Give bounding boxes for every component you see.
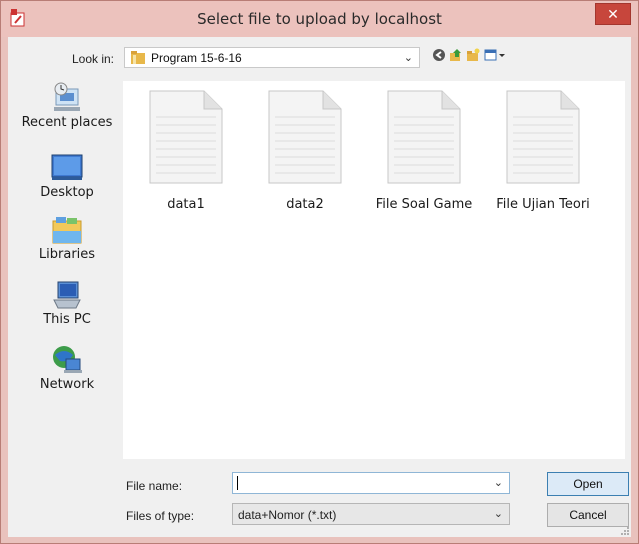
sidebar-item-recent-places[interactable]: Recent places (16, 81, 118, 130)
file-dialog-window: Select file to upload by localhost ✕ Loo… (0, 0, 639, 544)
file-type-value: data+Nomor (*.txt) (238, 508, 337, 522)
file-name-label: File name: (126, 479, 183, 493)
file-name: File Ujian Teori (496, 197, 590, 212)
back-icon[interactable] (432, 48, 446, 62)
desktop-icon (51, 154, 83, 180)
new-folder-icon[interactable] (466, 48, 480, 62)
cancel-button[interactable]: Cancel (547, 503, 629, 527)
file-item-file-ujian-teori[interactable]: File Ujian Teori (488, 89, 598, 212)
up-folder-icon[interactable] (449, 48, 463, 62)
libraries-icon (52, 217, 82, 244)
sidebar-item-label: Libraries (38, 247, 96, 262)
close-icon: ✕ (607, 6, 619, 22)
file-item-data2[interactable]: data2 (250, 89, 360, 212)
chevron-down-icon: ⌄ (403, 52, 413, 64)
sidebar-item-label: This PC (43, 312, 91, 327)
text-file-icon (506, 90, 580, 184)
title-bar[interactable]: Select file to upload by localhost ✕ (1, 1, 638, 37)
chevron-down-icon: ⌄ (493, 508, 503, 520)
file-item-file-soal-game[interactable]: File Soal Game (369, 89, 479, 212)
sidebar-item-this-pc[interactable]: This PC (16, 278, 118, 327)
text-file-icon (149, 90, 223, 184)
close-button[interactable]: ✕ (595, 3, 631, 25)
look-in-value: Program 15-6-16 (151, 51, 242, 65)
window-title: Select file to upload by localhost (197, 10, 442, 28)
text-file-icon (268, 90, 342, 184)
this-pc-icon (53, 281, 81, 309)
sidebar-item-libraries[interactable]: Libraries (16, 213, 118, 262)
files-of-type-label: Files of type: (126, 509, 195, 523)
sidebar-item-network[interactable]: Network (16, 343, 118, 392)
file-name: File Soal Game (375, 197, 473, 212)
open-button[interactable]: Open (547, 472, 629, 496)
sidebar-item-desktop[interactable]: Desktop (16, 151, 118, 200)
file-item-data1[interactable]: data1 (131, 89, 241, 212)
chevron-down-icon[interactable]: ⌄ (494, 476, 503, 489)
dialog-body: Look in: Program 15-6-16 ⌄ Recent places… (8, 37, 631, 537)
sidebar-item-label: Recent places (21, 115, 113, 130)
file-name: data1 (167, 197, 205, 212)
file-name-input[interactable]: ⌄ (232, 472, 510, 494)
resize-grip-icon[interactable] (620, 526, 630, 536)
places-sidebar: Recent places Desktop Libraries This PC … (16, 81, 118, 459)
look-in-label: Look in: (71, 52, 114, 66)
file-type-dropdown[interactable]: data+Nomor (*.txt) ⌄ (232, 503, 510, 525)
text-caret (237, 476, 238, 490)
file-list-pane[interactable]: data1 data2 File Soal Game File Ujian Te… (123, 81, 625, 459)
text-file-icon (387, 90, 461, 184)
recent-places-icon (54, 82, 80, 111)
network-icon (53, 346, 82, 373)
view-menu-icon[interactable] (484, 48, 506, 62)
folder-icon (131, 51, 145, 64)
sidebar-item-label: Desktop (40, 185, 94, 200)
sidebar-item-label: Network (39, 377, 95, 392)
look-in-dropdown[interactable]: Program 15-6-16 ⌄ (124, 47, 420, 68)
toolbar-icons (432, 48, 512, 66)
file-name: data2 (286, 197, 324, 212)
